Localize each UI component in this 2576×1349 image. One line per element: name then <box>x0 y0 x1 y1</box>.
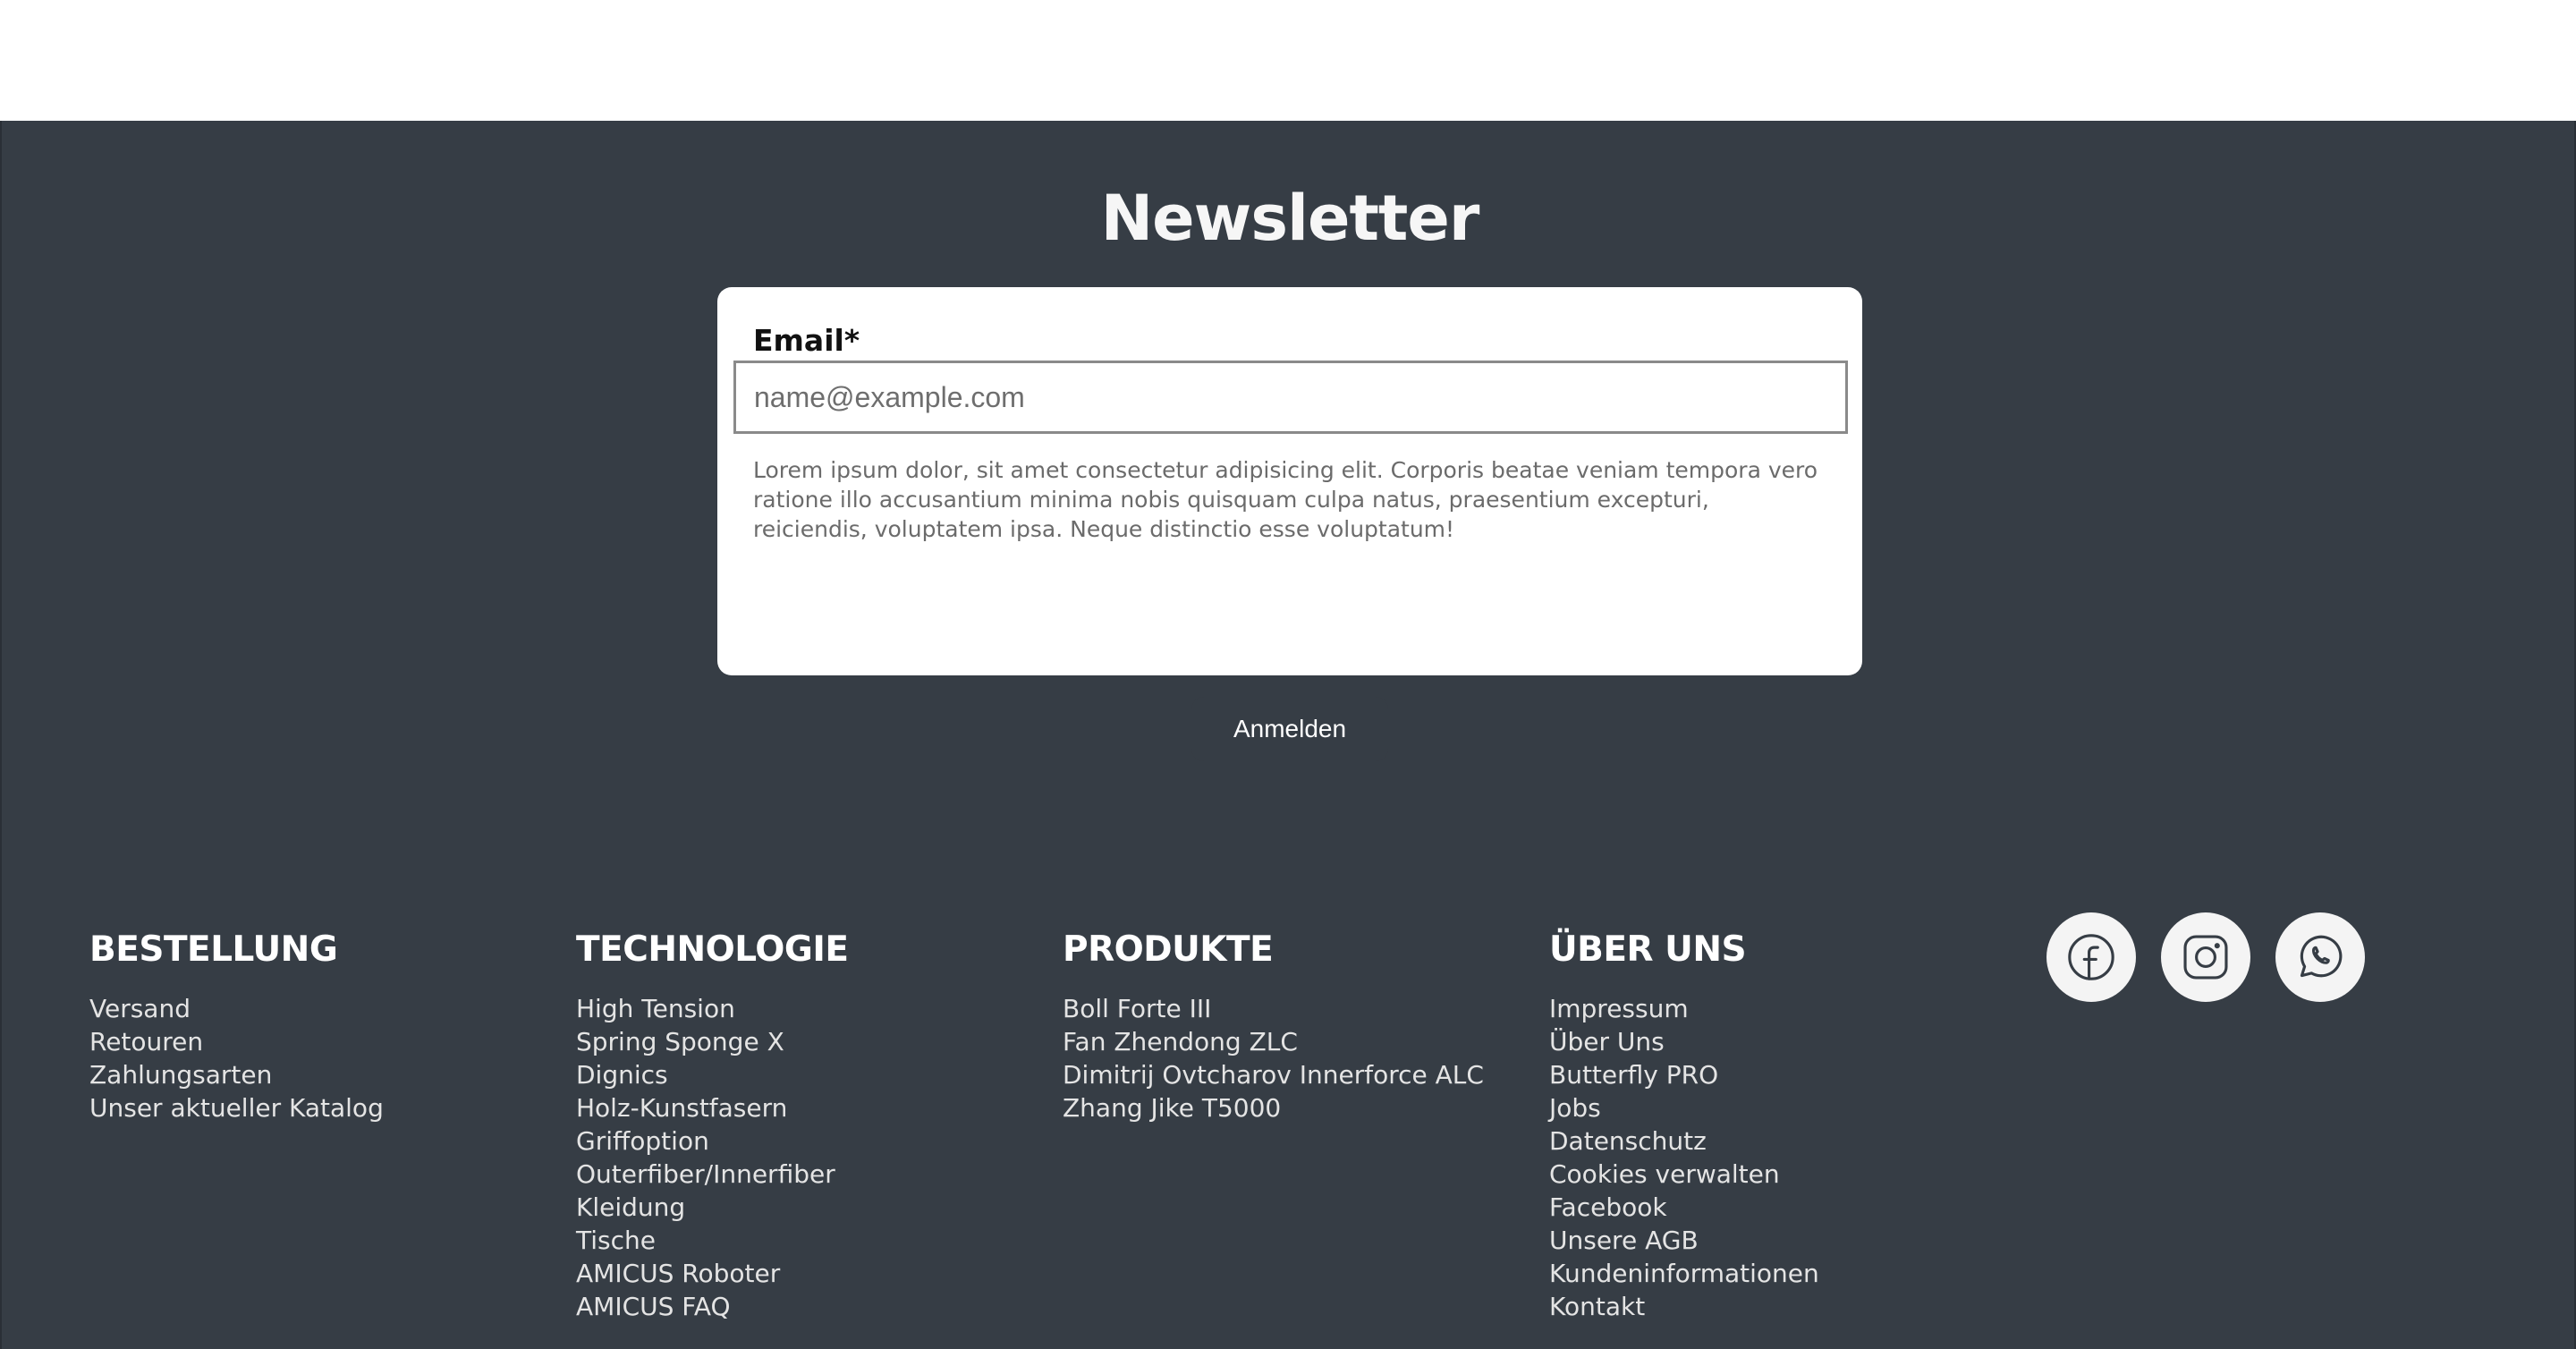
footer-column-technologie: TECHNOLOGIE High Tension Spring Sponge X… <box>576 926 849 1323</box>
footer-link[interactable]: Kundeninformationen <box>1549 1257 1819 1290</box>
footer-link[interactable]: AMICUS FAQ <box>576 1290 849 1323</box>
email-input[interactable] <box>733 361 1848 434</box>
instagram-icon <box>2183 935 2228 980</box>
footer-link[interactable]: Outerfiber/Innerfiber <box>576 1158 849 1191</box>
link-list: High Tension Spring Sponge X Dignics Hol… <box>576 992 849 1323</box>
column-heading: TECHNOLOGIE <box>576 929 849 970</box>
footer-link[interactable]: Boll Forte III <box>1063 992 1484 1025</box>
footer-link[interactable]: Über Uns <box>1549 1025 1819 1058</box>
subscribe-button[interactable]: Anmelden <box>1191 697 1388 761</box>
footer-link[interactable]: Datenschutz <box>1549 1124 1819 1158</box>
footer-link[interactable]: Unsere AGB <box>1549 1224 1819 1257</box>
newsletter-title: Newsletter <box>1100 182 1480 255</box>
footer-link[interactable]: Zahlungsarten <box>89 1058 384 1091</box>
footer-link[interactable]: Kontakt <box>1549 1290 1819 1323</box>
footer-link[interactable]: Versand <box>89 992 384 1025</box>
footer-link[interactable]: High Tension <box>576 992 849 1025</box>
site-footer: Newsletter Email* Lorem ipsum dolor, sit… <box>0 121 2576 1349</box>
footer-link[interactable]: Holz-Kunstfasern <box>576 1091 849 1124</box>
email-label: Email* <box>753 323 860 358</box>
column-heading: PRODUKTE <box>1063 929 1274 970</box>
social-links <box>2046 912 2365 1002</box>
link-list: Versand Retouren Zahlungsarten Unser akt… <box>89 992 384 1124</box>
footer-link[interactable]: Retouren <box>89 1025 384 1058</box>
link-list: Impressum Über Uns Butterfly PRO Jobs Da… <box>1549 992 1819 1323</box>
column-heading: ÜBER UNS <box>1549 929 1747 970</box>
link-list: Boll Forte III Fan Zhendong ZLC Dimitrij… <box>1063 992 1484 1124</box>
newsletter-form: Email* Lorem ipsum dolor, sit amet conse… <box>717 287 1862 761</box>
footer-link[interactable]: Jobs <box>1549 1091 1819 1124</box>
footer-link[interactable]: Dimitrij Ovtcharov Innerforce ALC <box>1063 1058 1484 1091</box>
column-heading: BESTELLUNG <box>89 929 338 970</box>
footer-column-bestellung: BESTELLUNG Versand Retouren Zahlungsarte… <box>89 926 384 1124</box>
footer-link[interactable]: Spring Sponge X <box>576 1025 849 1058</box>
footer-link[interactable]: Fan Zhendong ZLC <box>1063 1025 1484 1058</box>
footer-link[interactable]: Unser aktueller Katalog <box>89 1091 384 1124</box>
instagram-button[interactable] <box>2161 912 2250 1002</box>
footer-link[interactable]: Tische <box>576 1224 849 1257</box>
footer-column-produkte: PRODUKTE Boll Forte III Fan Zhendong ZLC… <box>1063 926 1484 1124</box>
newsletter-disclaimer: Lorem ipsum dolor, sit amet consectetur … <box>753 457 1818 542</box>
footer-link[interactable]: Dignics <box>576 1058 849 1091</box>
footer-link[interactable]: Griffoption <box>576 1124 849 1158</box>
footer-link[interactable]: Kleidung <box>576 1191 849 1224</box>
whatsapp-button[interactable] <box>2275 912 2365 1002</box>
facebook-icon <box>2068 934 2114 980</box>
footer-link[interactable]: AMICUS Roboter <box>576 1257 849 1290</box>
footer-link[interactable]: Cookies verwalten <box>1549 1158 1819 1191</box>
facebook-button[interactable] <box>2046 912 2136 1002</box>
footer-link[interactable]: Zhang Jike T5000 <box>1063 1091 1484 1124</box>
footer-link[interactable]: Butterfly PRO <box>1549 1058 1819 1091</box>
footer-column-ueber-uns: ÜBER UNS Impressum Über Uns Butterfly PR… <box>1549 926 1819 1323</box>
whatsapp-icon <box>2300 935 2343 978</box>
footer-link[interactable]: Impressum <box>1549 992 1819 1025</box>
footer-link[interactable]: Facebook <box>1549 1191 1819 1224</box>
